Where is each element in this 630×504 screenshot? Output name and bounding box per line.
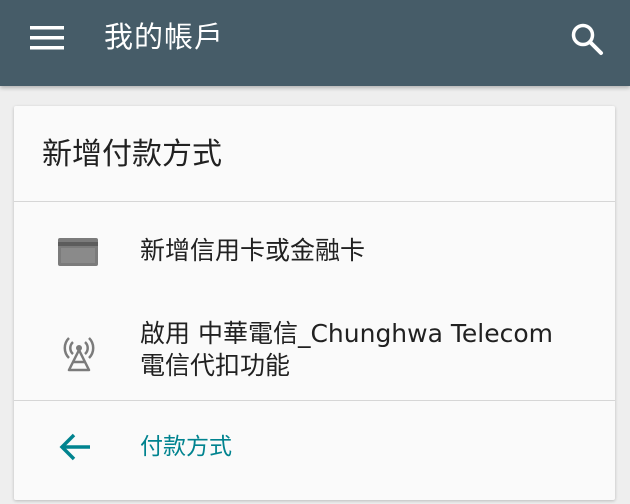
carrier-billing-label-line2: 電信代扣功能 (140, 351, 291, 380)
divider (14, 201, 615, 202)
add-card-label: 新增信用卡或金融卡 (140, 236, 366, 265)
page-title: 我的帳戶 (104, 20, 225, 54)
menu-button[interactable] (18, 16, 78, 60)
divider (14, 400, 615, 401)
carrier-billing-label-line1: 啟用 中華電信_Chunghwa Telecom (140, 319, 553, 348)
card-title: 新增付款方式 (42, 137, 222, 172)
arrow-back-icon (59, 433, 90, 461)
hamburger-menu-icon (30, 26, 64, 50)
credit-card-icon (58, 238, 98, 266)
search-icon (571, 23, 603, 55)
cell-tower-icon (63, 337, 95, 372)
add-payment-method-card: 新增付款方式 新增信用卡或金融卡 啟用 中華電信_Chunghwa Teleco… (14, 106, 615, 500)
payment-methods-link[interactable]: 付款方式 (14, 402, 615, 500)
add-card-option[interactable]: 新增信用卡或金融卡 (14, 218, 615, 288)
carrier-billing-option[interactable]: 啟用 中華電信_Chunghwa Telecom 電信代扣功能 (14, 306, 615, 396)
search-button[interactable] (560, 14, 612, 62)
app-bar: 我的帳戶 (0, 0, 630, 86)
payment-methods-label: 付款方式 (140, 434, 232, 460)
